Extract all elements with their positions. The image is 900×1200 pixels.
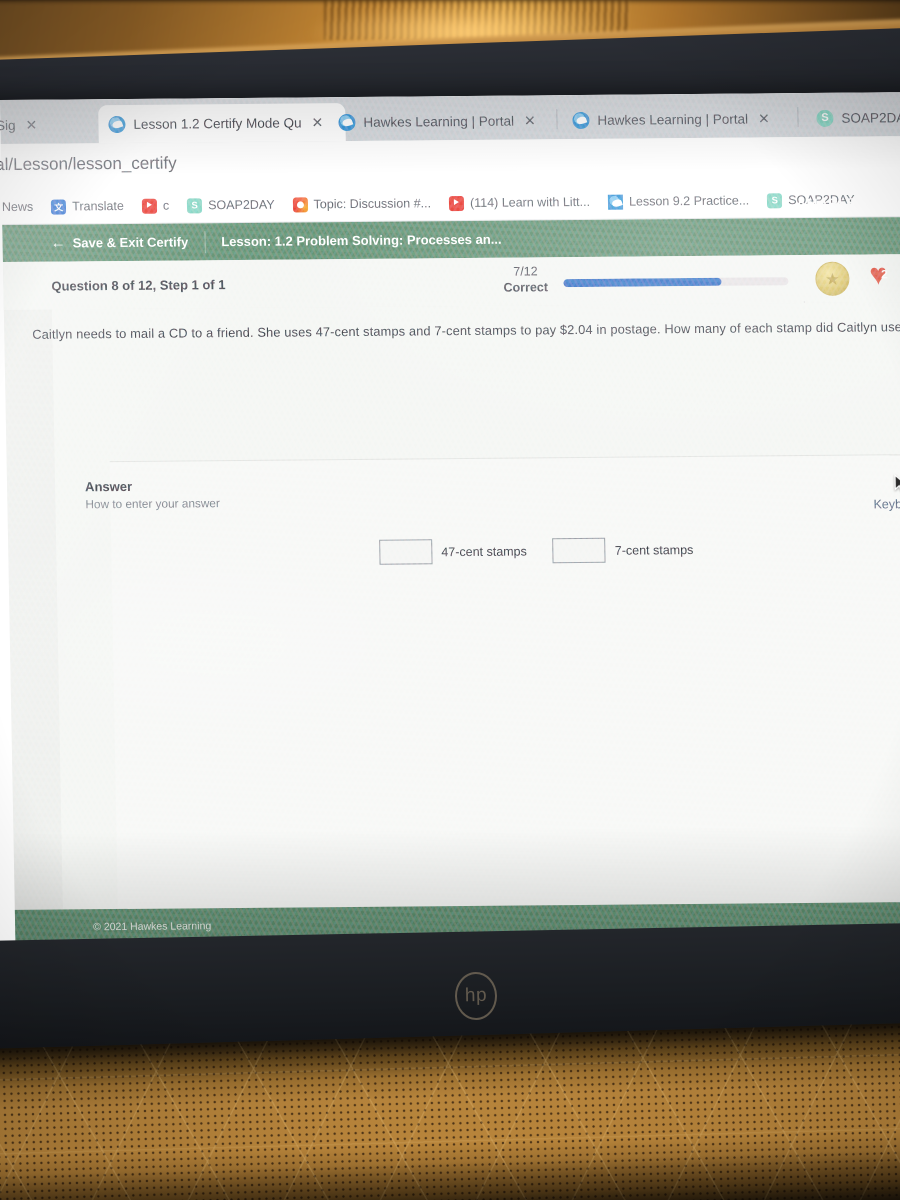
score-word: Correct <box>503 279 549 295</box>
answer-heading: Answer <box>84 478 133 495</box>
answer-input-label-7-cent: 7-cent stamps <box>614 542 694 558</box>
score-value: 7/12 <box>513 264 538 279</box>
back-arrow-icon: ← <box>50 234 66 252</box>
bookmark-label: Translate <box>72 198 125 214</box>
bookmark-label: SOAP2DAY <box>208 197 275 213</box>
tab-title: Hawkes Learning | Portal <box>363 113 515 130</box>
hawkes-icon <box>607 194 624 210</box>
answer-field-group-2: 7-cent stamps <box>552 537 694 564</box>
close-icon[interactable]: ✕ <box>311 114 323 131</box>
browser-tab-3[interactable]: Hawkes Learning | Portal ✕ <box>562 99 813 139</box>
coin-icon: ★ <box>815 261 850 296</box>
browser-tab-4[interactable]: S SOAP2DAY <box>806 97 900 137</box>
close-icon[interactable]: ✕ <box>524 112 536 129</box>
bookmark-label: (114) Learn with Litt... <box>469 194 591 210</box>
hawkes-certify-app: ← Save & Exit Certify Lesson: 1.2 Proble… <box>2 195 900 953</box>
canvas-ring-icon <box>292 196 308 213</box>
progress-bar <box>563 277 789 288</box>
url-text: al/Lesson/lesson_certify <box>0 153 177 175</box>
browser-tab-2[interactable]: Hawkes Learning | Portal ✕ <box>328 101 574 141</box>
question-label: Question 8 of 12, Step 1 of 1 <box>51 276 226 294</box>
answer-fields: 47-cent stamps 7-cent stamps <box>379 537 693 565</box>
laptop-screen: g Single Sig ✕ Lesson 1.2 Certify Mode Q… <box>0 91 900 953</box>
hearts-count: 2 <box>880 267 888 282</box>
progress-bar-fill <box>563 277 722 288</box>
bookmark-label: Lesson 9.2 Practice... <box>628 193 750 209</box>
desk-shading <box>0 1021 900 1200</box>
bookmark-translate[interactable]: Translate <box>42 198 133 215</box>
tab-title: g Single Sig <box>0 117 16 133</box>
answer-input-47-cent[interactable] <box>379 539 433 565</box>
close-icon[interactable]: ✕ <box>25 116 37 133</box>
bookmark-label: c <box>162 198 170 213</box>
photo-scene: g Single Sig ✕ Lesson 1.2 Certify Mode Q… <box>0 0 900 1200</box>
bookmark-news[interactable]: News <box>2 200 43 214</box>
soap2day-icon: S <box>767 192 783 208</box>
hawkes-icon <box>572 111 590 129</box>
browser-tab-1[interactable]: Lesson 1.2 Certify Mode Qu ✕ <box>98 103 346 144</box>
bookmark-learn-with-little[interactable]: (114) Learn with Litt... <box>440 194 599 211</box>
bookmark-label: News <box>1 199 34 215</box>
copyright-text: © 2021 Hawkes Learning <box>93 920 212 934</box>
browser-address-bar[interactable]: al/Lesson/lesson_certify <box>0 135 900 191</box>
bookmark-c[interactable]: c <box>133 198 179 214</box>
answer-input-7-cent[interactable] <box>552 537 607 564</box>
hawkes-icon <box>338 113 356 131</box>
soap2day-icon: S <box>186 197 203 213</box>
tab-title: SOAP2DAY <box>841 109 900 126</box>
answer-input-label-47-cent: 47-cent stamps <box>441 543 527 559</box>
youtube-icon <box>141 198 158 214</box>
bookmark-lesson-9-2-practice[interactable]: Lesson 9.2 Practice... <box>599 193 758 210</box>
bookmark-topic-discussion[interactable]: Topic: Discussion #... <box>283 196 440 213</box>
question-area: Caitlyn needs to mail a CD to a friend. … <box>32 301 900 953</box>
lesson-title: Lesson: 1.2 Problem Solving: Processes a… <box>221 231 502 250</box>
youtube-icon <box>448 195 465 211</box>
mouse-cursor-icon <box>894 473 900 492</box>
save-and-exit-button[interactable]: ← Save & Exit Certify <box>2 223 204 262</box>
bookmark-soap2day-1[interactable]: S SOAP2DAY <box>178 197 284 213</box>
browser-window: g Single Sig ✕ Lesson 1.2 Certify Mode Q… <box>0 91 900 953</box>
keyboard-shortcuts-label: Keyboard Shortcu <box>873 496 900 512</box>
tab-title: Lesson 1.2 Certify Mode Qu <box>133 114 302 132</box>
browser-tab-strip: g Single Sig ✕ Lesson 1.2 Certify Mode Q… <box>0 91 900 145</box>
answer-card: Answer How to enter your answer Keyb Key… <box>85 453 900 953</box>
user-name: AMARI SAMUEL <box>796 195 900 212</box>
tab-title: Hawkes Learning | Portal <box>597 111 749 128</box>
close-icon[interactable]: ✕ <box>758 110 770 127</box>
save-and-exit-label: Save & Exit Certify <box>72 234 189 251</box>
hawkes-icon <box>108 115 126 133</box>
question-status-bar: Question 8 of 12, Step 1 of 1 7/12 Corre… <box>2 253 900 334</box>
perforated-desk-surface <box>0 1021 900 1200</box>
hearts-indicator: ♥ 2 <box>869 258 900 292</box>
score-display: 7/12 Correct <box>503 264 548 296</box>
how-to-enter-answer-link[interactable]: How to enter your answer <box>85 496 220 511</box>
answer-field-group-1: 47-cent stamps <box>379 538 527 565</box>
translate-icon <box>51 198 67 215</box>
soap2day-icon: S <box>816 109 834 127</box>
bookmark-label: Topic: Discussion #... <box>313 196 432 212</box>
question-text: Caitlyn needs to mail a CD to a friend. … <box>32 319 900 342</box>
